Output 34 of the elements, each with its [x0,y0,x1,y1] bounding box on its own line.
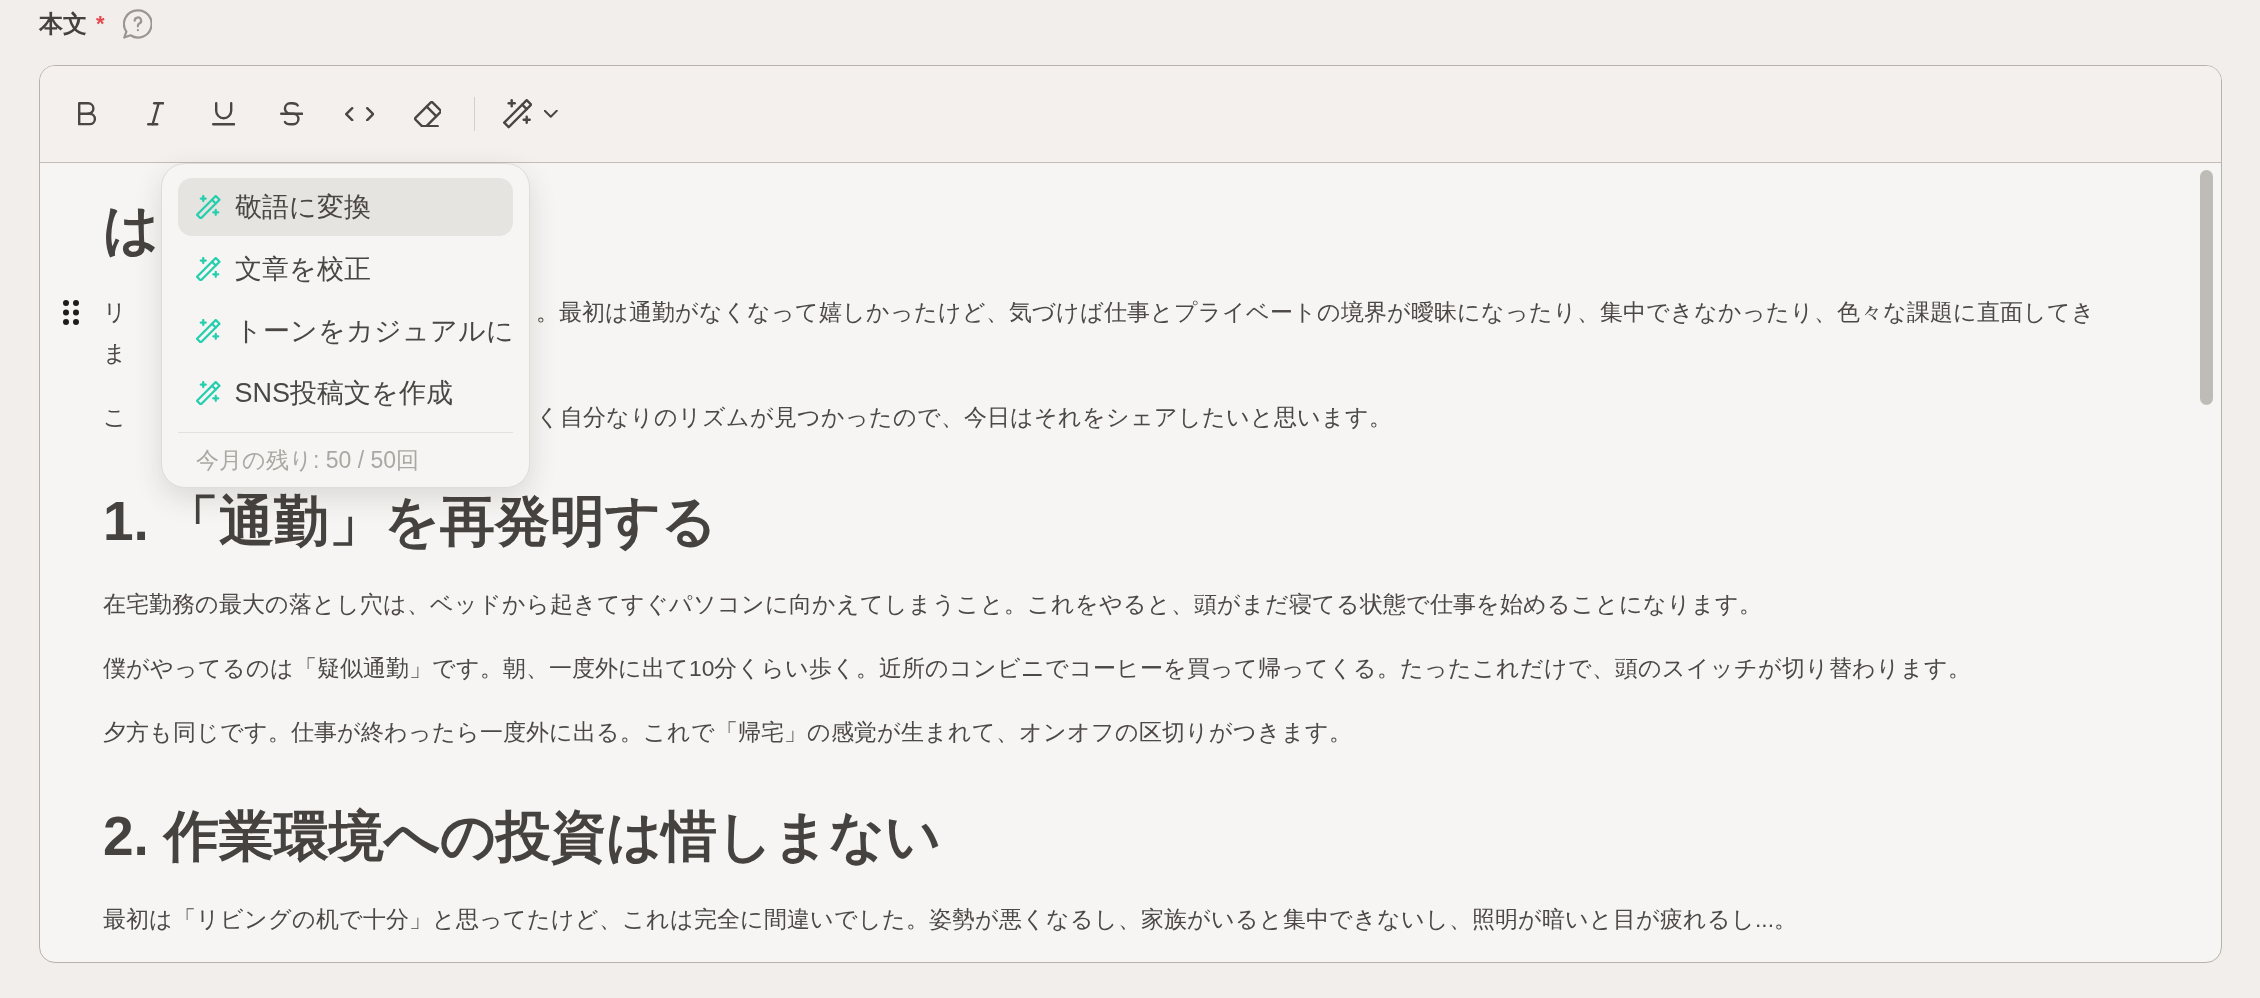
chevron-down-icon [544,110,558,118]
help-icon[interactable] [122,9,153,39]
code-icon [344,106,375,122]
eraser-icon [413,100,442,128]
paragraph-text: リ [103,298,127,327]
menu-item[interactable]: トーンをカジュアルに [178,302,513,360]
menu-item[interactable]: 文章を校正 [178,240,513,298]
paragraph-text: 最初は「リビングの机で十分」と思ってたけど、これは完全に間違いでした。姿勢が悪くなるし、家族がいると集中できないし、照明が暗いと目が疲れるし...。 [103,905,1797,934]
drag-handle-icon[interactable] [63,300,79,325]
wand-icon [196,256,221,282]
field-label: 本文 [39,9,87,39]
paragraph-text: く自分なりのリズムが見つかったので、今日はそれをシェアしたいと思います。 [536,403,1392,432]
paragraph-text: 僕がやってるのは「疑似通勤」です。朝、一度外に出て10分くらい歩く。近所のコンビニでコーヒーを買って帰ってくる。たったこれだけで、頭のスイッチが切り替わります。 [103,654,1972,683]
heading-text: は [103,198,159,260]
strikethrough-icon [279,102,304,126]
scrollbar-thumb[interactable] [2200,170,2213,405]
wand-icon [196,380,221,406]
paragraph-text: こ [103,403,127,432]
bold-icon [78,102,97,126]
paragraph-text: 夕方も同じです。仕事が終わったら一度外に出る。これで「帰宅」の感覚が生まれて、オンオフの区切りがつきます。 [103,718,1352,747]
heading-text: 1. 「通勤」を再発明する [103,490,718,552]
paragraph-text: 在宅勤務の最大の落とし穴は、ベッドから起きてすぐパソコンに向かえてしまうこと。これをやると、頭がまだ寝てる状態で仕事を始めることになります。 [103,590,1762,619]
required-mark: * [96,10,105,38]
wand-icon [196,318,221,344]
italic-icon [146,102,165,126]
wand-icon [503,99,533,129]
usage-quota-text: 今月の残り: 50 / 50回 [195,446,420,475]
wand-icon [196,194,221,220]
underline-icon [211,102,236,126]
menu-item[interactable]: SNS投稿文を作成 [178,364,513,422]
paragraph-text: ま [103,339,127,368]
menu-item[interactable]: 敬語に変換 [178,178,513,236]
paragraph-text: 。最初は通勤がなくなって嬉しかったけど、気づけば仕事とプライベートの境界が曖昧になったり、集中できなかったり、色々な課題に直面してき [536,298,2095,327]
heading-text: 2. 作業環境への投資は惜しまない [103,805,942,867]
